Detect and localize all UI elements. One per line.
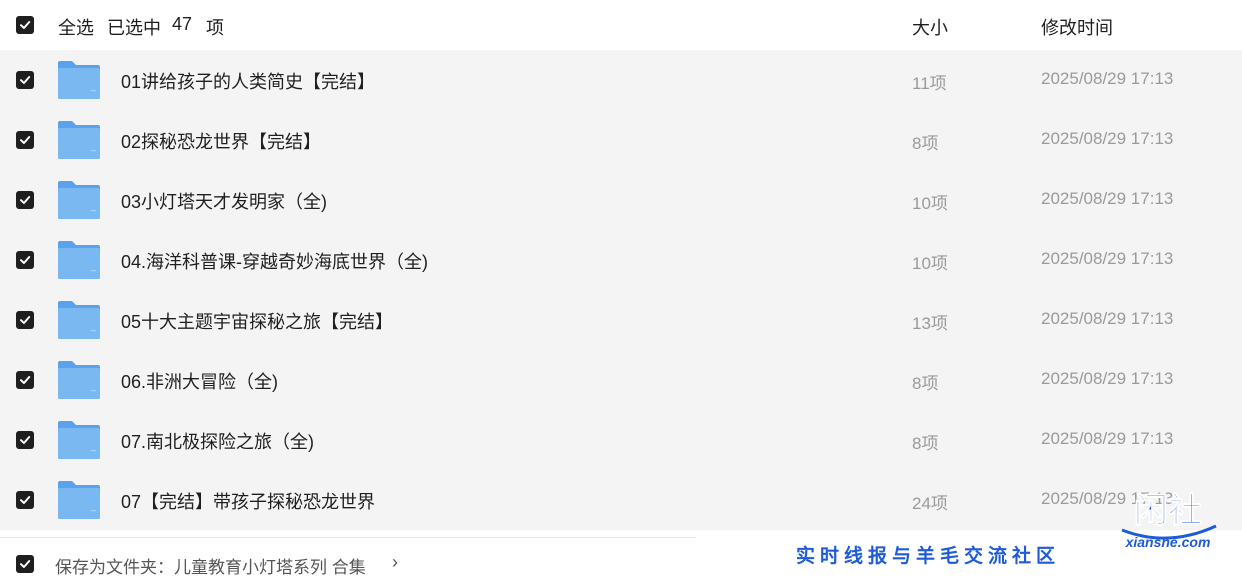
checkmark-icon — [20, 76, 31, 84]
file-size: 10项 — [912, 254, 948, 273]
file-name[interactable]: 02探秘恐龙世界【完结】 — [121, 128, 321, 154]
save-as-folder-checkbox[interactable] — [16, 555, 34, 573]
file-name[interactable]: 07【完结】带孩子探秘恐龙世界 — [121, 488, 375, 514]
selected-count: 47 — [172, 14, 193, 34]
folder-icon — [58, 121, 100, 159]
row-checkbox[interactable] — [16, 191, 34, 209]
file-list: 01讲给孩子的人类简史【完结】 11项 2025/08/29 17:13 02探… — [0, 50, 1242, 530]
folder-icon — [58, 421, 100, 459]
row-checkbox[interactable] — [16, 371, 34, 389]
select-all-checkbox[interactable] — [16, 16, 34, 34]
table-row[interactable]: 03小灯塔天才发明家（全) 10项 2025/08/29 17:13 — [0, 170, 1242, 230]
file-size: 8项 — [912, 434, 939, 453]
checkmark-icon — [20, 256, 31, 264]
file-modified-time: 2025/08/29 17:13 — [1041, 69, 1174, 88]
table-row[interactable]: 06.非洲大冒险（全) 8项 2025/08/29 17:13 — [0, 350, 1242, 410]
row-checkbox[interactable] — [16, 251, 34, 269]
file-modified-time: 2025/08/29 17:13 — [1041, 309, 1174, 328]
checkmark-icon — [20, 21, 31, 29]
file-size: 10项 — [912, 194, 948, 213]
svg-text:闲社: 闲社 — [1134, 491, 1202, 531]
file-size: 8项 — [912, 134, 939, 153]
table-row[interactable]: 07【完结】带孩子探秘恐龙世界 24项 2025/08/29 17:13 — [0, 470, 1242, 530]
file-modified-time: 2025/08/29 17:13 — [1041, 249, 1174, 268]
file-modified-time: 2025/08/29 17:13 — [1041, 129, 1174, 148]
folder-icon — [58, 361, 100, 399]
row-checkbox[interactable] — [16, 431, 34, 449]
table-row[interactable]: 05十大主题宇宙探秘之旅【完结】 13项 2025/08/29 17:13 — [0, 290, 1242, 350]
folder-icon — [58, 61, 100, 99]
checkmark-icon — [20, 560, 31, 568]
select-all-label[interactable]: 全选 — [58, 14, 94, 40]
chevron-right-icon[interactable]: › — [392, 552, 398, 573]
row-checkbox[interactable] — [16, 71, 34, 89]
table-row[interactable]: 02探秘恐龙世界【完结】 8项 2025/08/29 17:13 — [0, 110, 1242, 170]
file-name[interactable]: 06.非洲大冒险（全) — [121, 368, 278, 394]
row-checkbox[interactable] — [16, 131, 34, 149]
file-size: 24项 — [912, 494, 948, 513]
row-checkbox[interactable] — [16, 311, 34, 329]
column-header-size[interactable]: 大小 — [912, 14, 948, 40]
selected-unit: 项 — [206, 18, 224, 38]
file-name[interactable]: 07.南北极探险之旅（全) — [121, 428, 314, 454]
watermark-tagline: 实时线报与羊毛交流社区 — [796, 546, 1061, 567]
folder-icon — [58, 301, 100, 339]
folder-icon — [58, 181, 100, 219]
file-size: 13项 — [912, 314, 948, 333]
file-name[interactable]: 01讲给孩子的人类简史【完结】 — [121, 68, 375, 94]
table-row[interactable]: 04.海洋科普课-穿越奇妙海底世界（全) 10项 2025/08/29 17:1… — [0, 230, 1242, 290]
checkmark-icon — [20, 136, 31, 144]
column-header-modified-time[interactable]: 修改时间 — [1041, 14, 1113, 40]
file-modified-time: 2025/08/29 17:13 — [1041, 369, 1174, 388]
file-modified-time: 2025/08/29 17:13 — [1041, 429, 1174, 448]
file-modified-time: 2025/08/29 17:13 — [1041, 189, 1174, 208]
checkmark-icon — [20, 496, 31, 504]
checkmark-icon — [20, 436, 31, 444]
save-as-folder-label[interactable]: 保存为文件夹：儿童教育小灯塔系列 合集 — [55, 553, 366, 578]
file-size: 11项 — [912, 74, 947, 93]
folder-icon — [58, 241, 100, 279]
watermark-url: xianshe.com — [1125, 534, 1211, 550]
checkmark-icon — [20, 376, 31, 384]
selected-label: 已选中 — [107, 18, 161, 38]
list-header: 全选 已选中 47 项 大小 修改时间 — [0, 0, 1242, 50]
row-checkbox[interactable] — [16, 491, 34, 509]
table-row[interactable]: 01讲给孩子的人类简史【完结】 11项 2025/08/29 17:13 — [0, 50, 1242, 110]
checkmark-icon — [20, 196, 31, 204]
file-size: 8项 — [912, 374, 939, 393]
file-name[interactable]: 05十大主题宇宙探秘之旅【完结】 — [121, 308, 393, 334]
checkmark-icon — [20, 316, 31, 324]
folder-icon — [58, 481, 100, 519]
table-row[interactable]: 07.南北极探险之旅（全) 8项 2025/08/29 17:13 — [0, 410, 1242, 470]
file-name[interactable]: 03小灯塔天才发明家（全) — [121, 188, 327, 214]
file-name[interactable]: 04.海洋科普课-穿越奇妙海底世界（全) — [121, 248, 428, 274]
